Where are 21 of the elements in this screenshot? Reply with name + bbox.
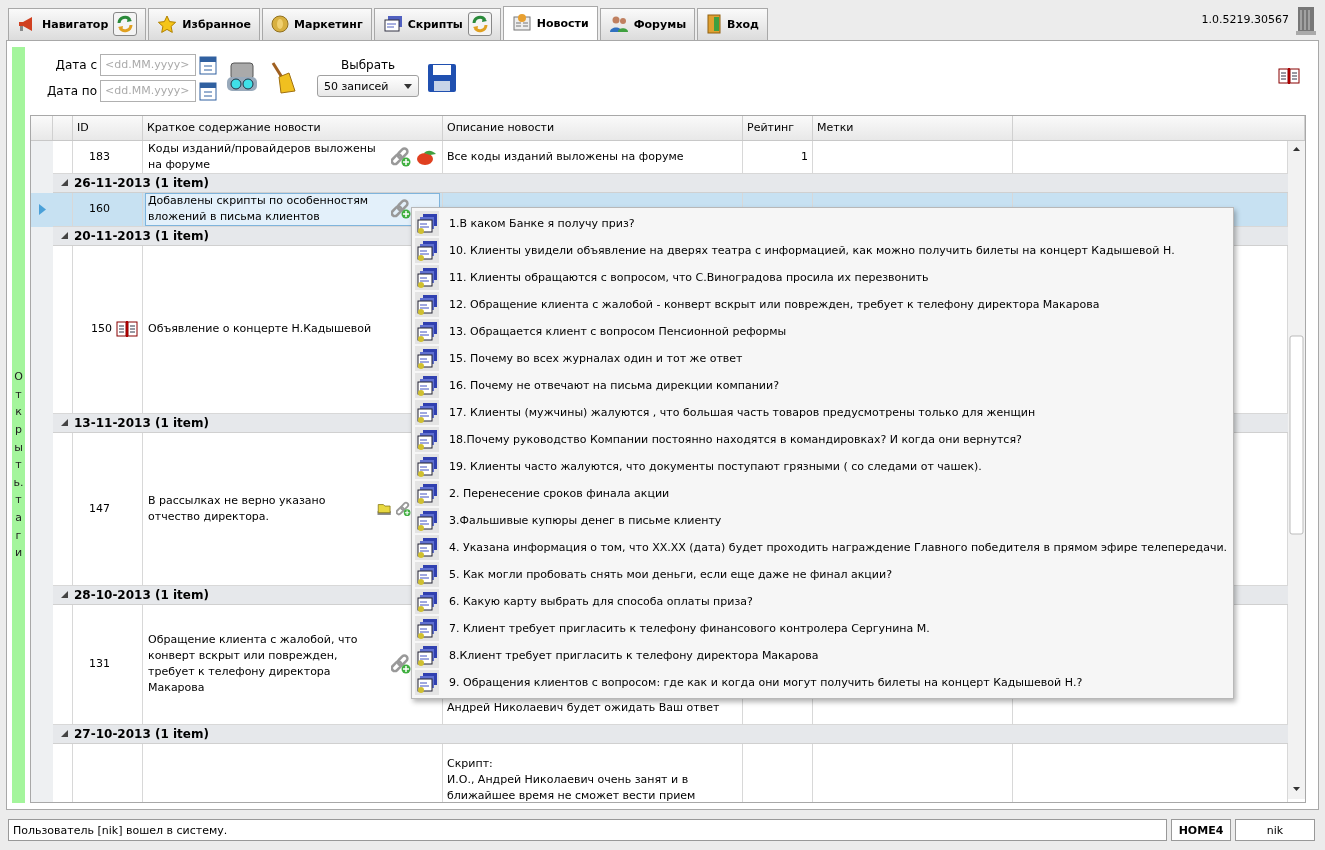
- id-cell: 147: [89, 500, 110, 517]
- id-cell: 160: [89, 201, 110, 218]
- server-label: HOME4: [1171, 819, 1231, 842]
- description-cell: Андрей Николаевич будет ожидать Ваш ответ: [447, 699, 720, 716]
- summary-cell-text: Добавлены скрипты по особенностям вложений в письма клиентов: [148, 193, 370, 226]
- description-cell: Все коды изданий выложены на форуме: [447, 148, 684, 165]
- date-to-label: Дата по: [45, 83, 97, 98]
- description-cell: Скрипт: И.О., Андрей Николаевич очень занят и в ближайшее время не сможет вести прием: [447, 755, 696, 802]
- rating-cell: 1: [801, 148, 808, 165]
- select-label: Выбрать: [340, 58, 396, 73]
- user-label: nik: [1235, 819, 1315, 842]
- date-from-label: Дата с: [54, 57, 97, 72]
- version-label: 1.0.5219.30567: [1201, 13, 1289, 27]
- summary-cell: Объявление о концерте Н.Кадышевой: [148, 321, 372, 338]
- id-cell: 183: [89, 148, 110, 165]
- status-message: Пользователь [nik] вошел в систему.: [8, 819, 1167, 842]
- id-cell: 150: [91, 321, 112, 338]
- summary-cell-text: В рассылках не верно указано отчество директора.: [148, 492, 327, 525]
- id-cell: 131: [89, 656, 110, 673]
- summary-cell-text: Коды изданий/провайдеров выложены на форуме: [148, 140, 377, 173]
- summary-cell-text: Обращение клиента с жалобой, что конверт вскрыт или поврежден, требует к телефону директора Макарова: [148, 632, 359, 697]
